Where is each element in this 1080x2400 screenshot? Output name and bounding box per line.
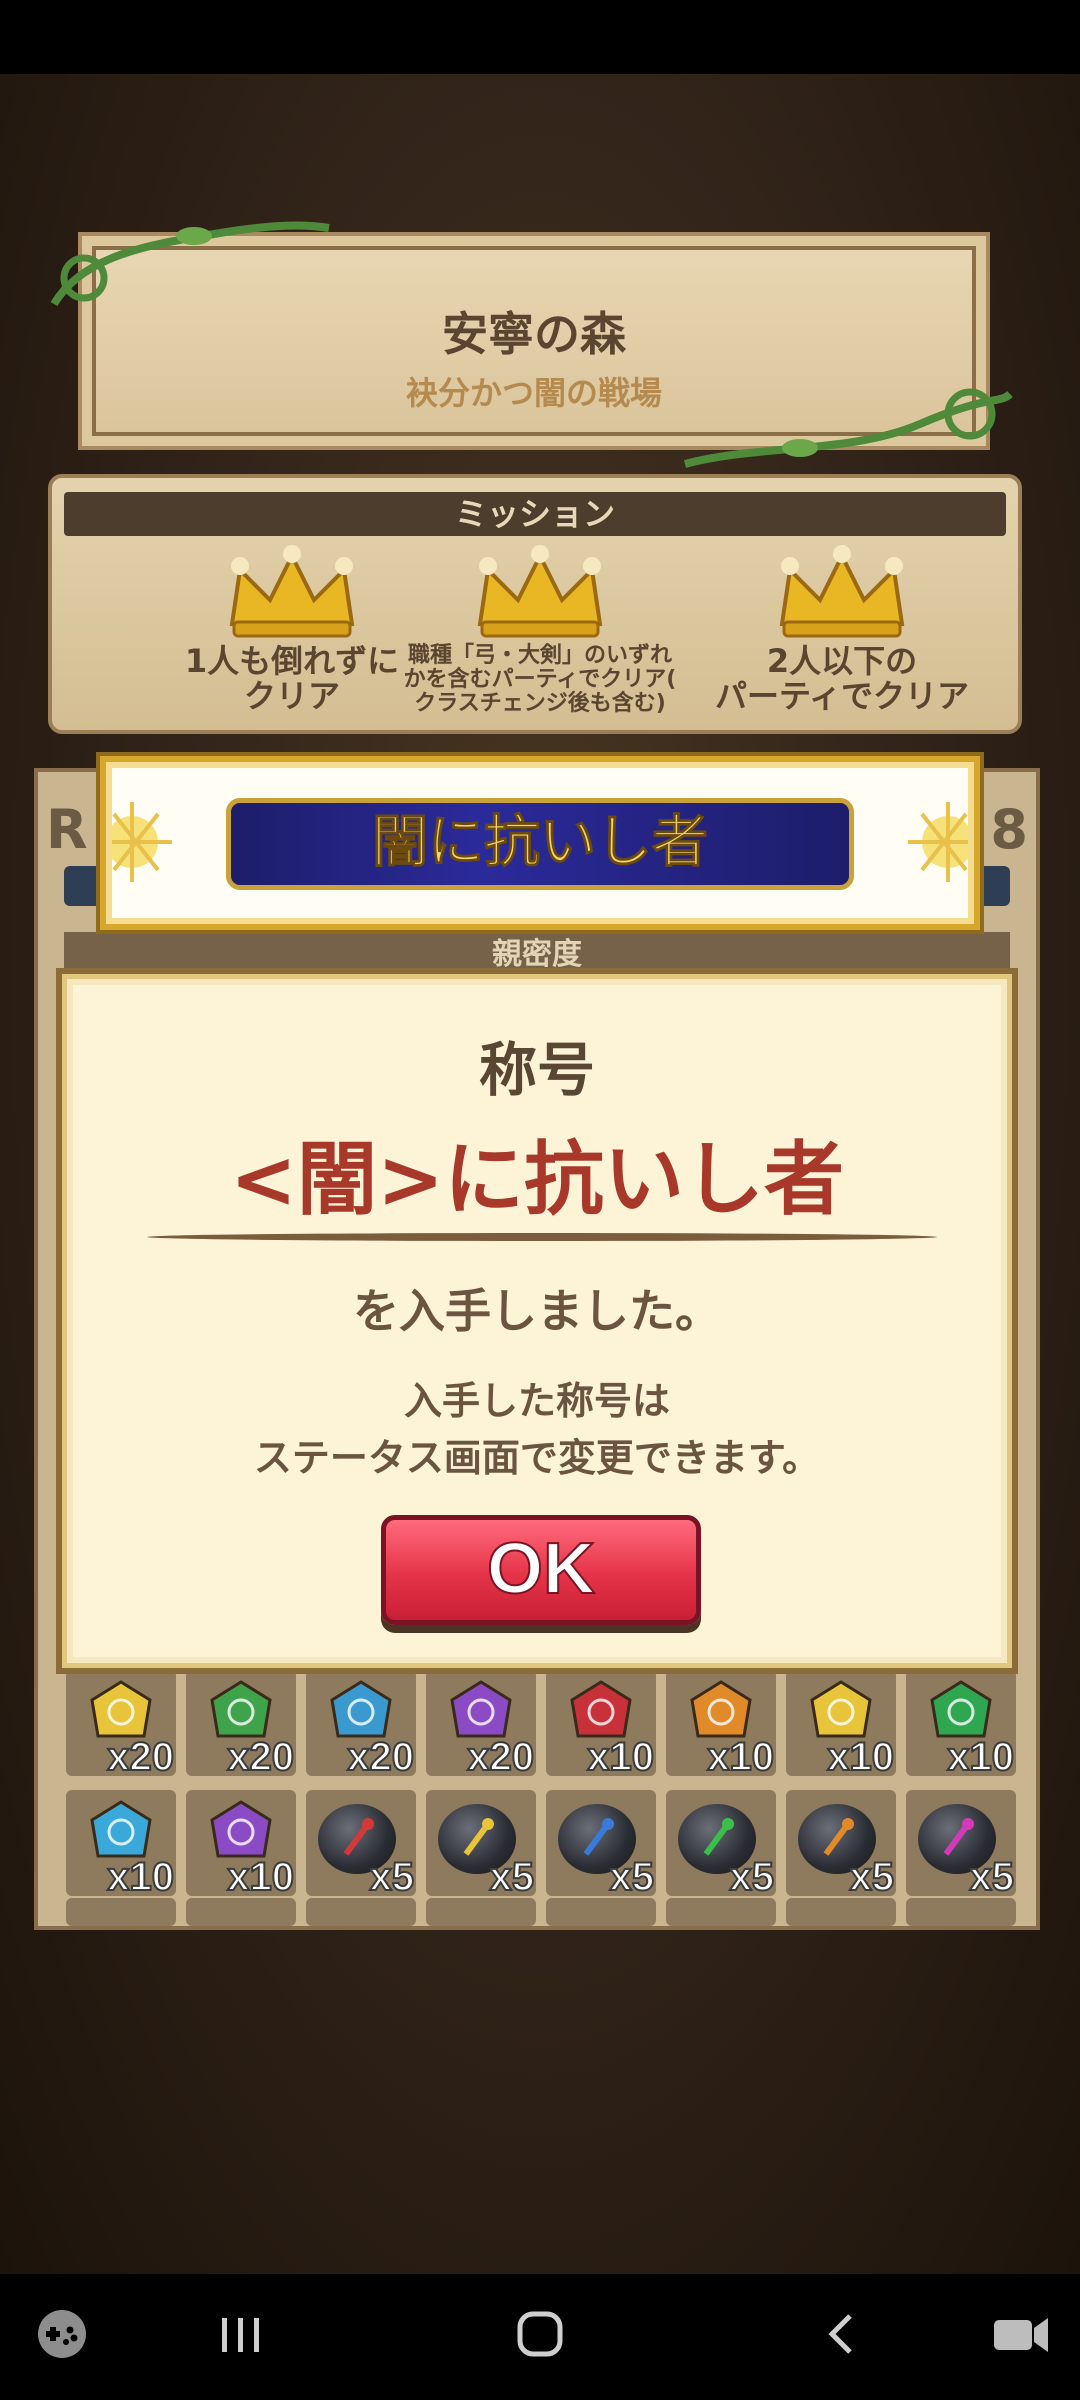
reward-count: x5	[369, 1854, 415, 1900]
sun-ornament-icon	[112, 802, 172, 882]
reward-count: x20	[346, 1734, 415, 1780]
back-icon[interactable]	[822, 2304, 862, 2364]
reward-cell: x20	[426, 1670, 536, 1780]
reward-cell: x10	[906, 1670, 1016, 1780]
reward-cell	[186, 1898, 296, 1926]
reward-count: x10	[826, 1734, 895, 1780]
recent-apps-icon[interactable]	[216, 2304, 266, 2364]
acquired-message: を入手しました。	[353, 1284, 721, 1338]
reward-cell	[666, 1898, 776, 1926]
reward-count: x5	[849, 1854, 895, 1900]
crown-icon	[779, 545, 905, 638]
title-banner: 闇に抗いし者	[100, 756, 980, 930]
intimacy-label: 親密度	[64, 932, 1010, 978]
reward-cell	[66, 1898, 176, 1926]
reward-cell: x5	[306, 1790, 416, 1900]
mission-text-line: かを含むパーティでクリア(	[403, 667, 677, 693]
title-ribbon: 闇に抗いし者	[226, 798, 854, 890]
reward-cell	[426, 1898, 536, 1926]
reward-cell: x20	[306, 1670, 416, 1780]
reward-cell: x5	[906, 1790, 1016, 1900]
reward-row-2: x10 x10 x5 x5 x5 x5 x5 x5	[66, 1790, 1016, 1900]
title-acquired-dialog: 称号 <闇>に抗いし者 を入手しました。 入手した称号は ステータス画面で変更で…	[62, 974, 1012, 1668]
reward-cell: x5	[786, 1790, 896, 1900]
vine-decoration-right	[683, 388, 1013, 468]
reward-row-1: x20 x20 x20 x20 x10 x10 x10 x10	[66, 1670, 1016, 1780]
note-line: ステータス画面で変更できます。	[253, 1436, 821, 1480]
inventory-left-letter: R	[46, 798, 88, 861]
crown-icon	[477, 545, 603, 638]
mission-item-2: 職種「弓・大剣」のいずれ かを含むパーティでクリア( クラスチェンジ後も含む)	[390, 544, 690, 717]
note-line: 入手した称号は	[403, 1379, 670, 1423]
vine-decoration-left	[50, 221, 330, 307]
reward-cell: x10	[546, 1670, 656, 1780]
reward-count: x5	[729, 1854, 775, 1900]
mission-text-line: クラスチェンジ後も含む)	[414, 691, 666, 717]
reward-count: x10	[706, 1734, 775, 1780]
sun-ornament-icon	[908, 802, 968, 882]
reward-count: x5	[489, 1854, 535, 1900]
reward-count: x10	[226, 1854, 295, 1900]
reward-cell	[546, 1898, 656, 1926]
reward-cell: x10	[66, 1790, 176, 1900]
home-icon[interactable]	[512, 2304, 568, 2364]
mission-text-line: 職種「弓・大剣」のいずれ	[407, 643, 672, 668]
mission-panel: ミッション 1人も倒れずに クリア 職種「弓・大剣」のいずれ かを含むパーティで…	[48, 474, 1022, 734]
reward-cell: x20	[186, 1670, 296, 1780]
reward-count: x5	[609, 1854, 655, 1900]
reward-cell: x20	[66, 1670, 176, 1780]
reward-count: x10	[586, 1734, 655, 1780]
divider	[147, 1233, 937, 1241]
reward-cell: x10	[186, 1790, 296, 1900]
reward-count: x20	[226, 1734, 295, 1780]
reward-count: x5	[969, 1854, 1015, 1900]
reward-count: x20	[106, 1734, 175, 1780]
mission-text-line: パーティでクリア	[714, 677, 970, 716]
reward-count: x10	[106, 1854, 175, 1900]
mission-text-line: 2人以下の	[766, 642, 918, 680]
reward-cell	[906, 1898, 1016, 1926]
reward-cell: x5	[546, 1790, 656, 1900]
mission-item-3: 2人以下の パーティでクリア	[692, 544, 992, 714]
change-note: 入手した称号は ステータス画面で変更できます。	[67, 1373, 1007, 1487]
reward-cell	[786, 1898, 896, 1926]
ok-button[interactable]: OK	[381, 1515, 701, 1625]
reward-cell: x10	[786, 1670, 896, 1780]
crown-icon	[229, 545, 355, 638]
status-bar	[0, 0, 1080, 74]
video-camera-icon[interactable]	[990, 2304, 1052, 2364]
reward-count: x20	[466, 1734, 535, 1780]
reward-cell: x10	[666, 1670, 776, 1780]
navigation-bar	[0, 2274, 1080, 2400]
reward-cell: x5	[666, 1790, 776, 1900]
reward-cell	[306, 1898, 416, 1926]
acquired-title-name: <闇>に抗いし者	[229, 1133, 845, 1226]
reward-cell: x5	[426, 1790, 536, 1900]
game-tools-icon[interactable]	[34, 2304, 90, 2364]
reward-count: x10	[946, 1734, 1015, 1780]
mission-header: ミッション	[64, 492, 1006, 536]
dialog-heading: 称号	[478, 1036, 595, 1104]
reward-row-3	[66, 1898, 1016, 1926]
inventory-right-number: 8	[990, 798, 1028, 861]
